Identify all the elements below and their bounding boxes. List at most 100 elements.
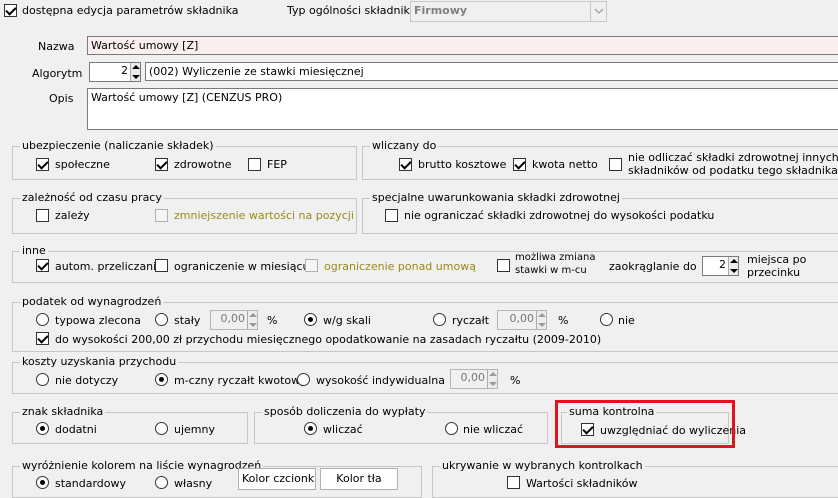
typ-ogolnosci-label: Typ ogólności składnika: [287, 4, 417, 17]
standardowy-label: standardowy: [55, 477, 127, 490]
mozliwa-zmiana-checkbox[interactable]: [497, 259, 510, 272]
m-czny-label: m-czny ryczałt kwotowy: [174, 374, 307, 387]
nie-label: nie: [618, 314, 635, 327]
autom-przeliczanie-checkbox[interactable]: [36, 259, 49, 272]
sposob-title: sposób doliczenia do wypłaty: [262, 405, 428, 418]
spin-arrows-icon[interactable]: [130, 63, 140, 81]
koszty-value: 0,00: [460, 371, 486, 384]
kwota-netto-checkbox[interactable]: [513, 158, 526, 171]
spin-arrows-icon[interactable]: [487, 370, 497, 388]
kwota-netto-label: kwota netto: [532, 158, 598, 171]
nazwa-label: Nazwa: [38, 40, 75, 53]
dostepna-edycja-checkbox[interactable]: [4, 4, 17, 17]
nie-odliczac-checkbox[interactable]: [609, 158, 622, 171]
brutto-kosztowe-checkbox[interactable]: [399, 158, 412, 171]
zaokraglanie-stepper[interactable]: 2: [702, 256, 739, 276]
koszty-percent: %: [510, 374, 521, 387]
wysokosc-indywidualna-radio[interactable]: [297, 373, 310, 386]
staly-stepper[interactable]: 0,00: [210, 310, 258, 330]
opis-textarea[interactable]: Wartość umowy [Z] (CENZUS PRO): [87, 88, 838, 130]
wysokosc-indywidualna-label: wysokość indywidualna: [316, 374, 445, 387]
specjalne-title: specjalne uwarunkowania składki zdrowotn…: [370, 191, 622, 204]
wartosci-skladnikow-checkbox[interactable]: [507, 476, 520, 489]
typowa-zlecona-radio[interactable]: [36, 313, 49, 326]
wyroznienie-title: wyróżnienie kolorem na liście wynagrodze…: [20, 459, 264, 472]
zmniejszenie-label: zmniejszenie wartości na pozycji: [174, 209, 354, 222]
ujemny-label: ujemny: [174, 423, 215, 436]
zaokraglanie-value: 2: [719, 258, 726, 271]
ubezpieczenie-title: ubezpieczenie (naliczanie składek): [20, 139, 216, 152]
staly-label: stały: [174, 314, 201, 327]
spin-arrows-icon[interactable]: [247, 311, 257, 329]
ograniczenie-miesiacu-checkbox[interactable]: [155, 259, 168, 272]
staly-value: 0,00: [220, 312, 246, 325]
algorytm-input[interactable]: (002) Wyliczenie ze stawki miesięcznej: [145, 62, 838, 81]
brutto-kosztowe-label: brutto kosztowe: [418, 158, 507, 171]
ryczalt-value: 0,00: [509, 312, 535, 325]
typ-ogolnosci-select[interactable]: Firmowy: [410, 1, 607, 22]
podatek-title: podatek od wynagrodzeń: [20, 295, 164, 308]
nie-wliczac-label: nie wliczać: [463, 423, 524, 436]
highlight-box: [555, 400, 735, 448]
wliczany-title: wliczany do: [370, 139, 439, 152]
nie-ograniczac-label: nie ograniczać składki zdrowotnej do wys…: [404, 209, 715, 222]
wlasny-radio[interactable]: [155, 476, 168, 489]
kolor-czcionki-button[interactable]: Kolor czcionki: [238, 468, 316, 490]
koszty-stepper[interactable]: 0,00: [450, 369, 498, 389]
nie-dotyczy-label: nie dotyczy: [55, 374, 119, 387]
inne-title: inne: [20, 244, 48, 257]
nie-ograniczac-checkbox[interactable]: [385, 209, 398, 222]
koszty-title: koszty uzyskania przychodu: [20, 355, 179, 368]
nie-wliczac-radio[interactable]: [445, 422, 458, 435]
algorytm-number-stepper[interactable]: 2: [89, 62, 141, 82]
do-wysokosci-checkbox[interactable]: [36, 332, 49, 345]
kolor-tla-button[interactable]: Kolor tła: [320, 468, 398, 490]
typowa-zlecona-label: typowa zlecona: [55, 314, 141, 327]
m-czny-radio[interactable]: [155, 373, 168, 386]
staly-percent: %: [267, 314, 278, 327]
standardowy-radio[interactable]: [36, 476, 49, 489]
dodatni-radio[interactable]: [36, 422, 49, 435]
algorytm-number-value: 2: [121, 64, 128, 77]
ujemny-radio[interactable]: [155, 422, 168, 435]
ryczalt-percent: %: [558, 314, 569, 327]
typ-ogolnosci-value: Firmowy: [414, 4, 468, 17]
chevron-down-icon: [590, 2, 606, 21]
wartosci-skladnikow-label: Wartości składników: [526, 477, 638, 490]
staly-radio[interactable]: [155, 313, 168, 326]
do-wysokosci-label: do wysokości 200,00 zł przychodu miesięc…: [55, 333, 602, 346]
dodatni-label: dodatni: [55, 423, 97, 436]
dostepna-edycja-label: dostępna edycja parametrów składnika: [22, 4, 239, 17]
wg-skali-label: w/g skali: [323, 314, 371, 327]
opis-label: Opis: [49, 92, 74, 105]
nazwa-input[interactable]: Wartość umowy [Z]: [87, 36, 838, 55]
spoleczne-checkbox[interactable]: [36, 158, 49, 171]
zaokraglanie-label: zaokrąglanie do: [609, 260, 697, 273]
zaleznosc-title: zależność od czasu pracy: [20, 191, 164, 204]
ograniczenie-ponad-label: ograniczenie ponad umową: [324, 260, 476, 273]
fep-checkbox[interactable]: [248, 158, 261, 171]
spin-arrows-icon[interactable]: [536, 311, 546, 329]
nie-radio[interactable]: [600, 313, 613, 326]
ryczalt-stepper[interactable]: 0,00: [497, 310, 547, 330]
zalezy-checkbox[interactable]: [36, 209, 49, 222]
zalezy-label: zależy: [55, 209, 90, 222]
ograniczenie-ponad-checkbox[interactable]: [305, 259, 318, 272]
nie-dotyczy-radio[interactable]: [36, 373, 49, 386]
ryczalt-radio[interactable]: [433, 313, 446, 326]
nie-odliczac-label-2: składników od podatku tego składnika: [628, 164, 838, 177]
wliczac-radio[interactable]: [304, 422, 317, 435]
ryczalt-label: ryczałt: [452, 314, 490, 327]
miejsca-label-2: przecinku: [747, 266, 801, 279]
ukrywanie-title: ukrywanie w wybranych kontrolkach: [440, 459, 645, 472]
algorytm-label: Algorytm: [32, 67, 83, 80]
wliczac-label: wliczać: [323, 423, 363, 436]
zdrowotne-label: zdrowotne: [174, 158, 232, 171]
spoleczne-label: społeczne: [55, 158, 110, 171]
wg-skali-radio[interactable]: [304, 313, 317, 326]
mozliwa-zmiana-label-1: możliwa zmiana: [515, 252, 596, 263]
spin-arrows-icon[interactable]: [728, 257, 738, 275]
zmniejszenie-checkbox[interactable]: [155, 209, 168, 222]
nie-odliczac-label-1: nie odliczać składki zdrowotnej innych: [628, 151, 838, 164]
zdrowotne-checkbox[interactable]: [155, 158, 168, 171]
